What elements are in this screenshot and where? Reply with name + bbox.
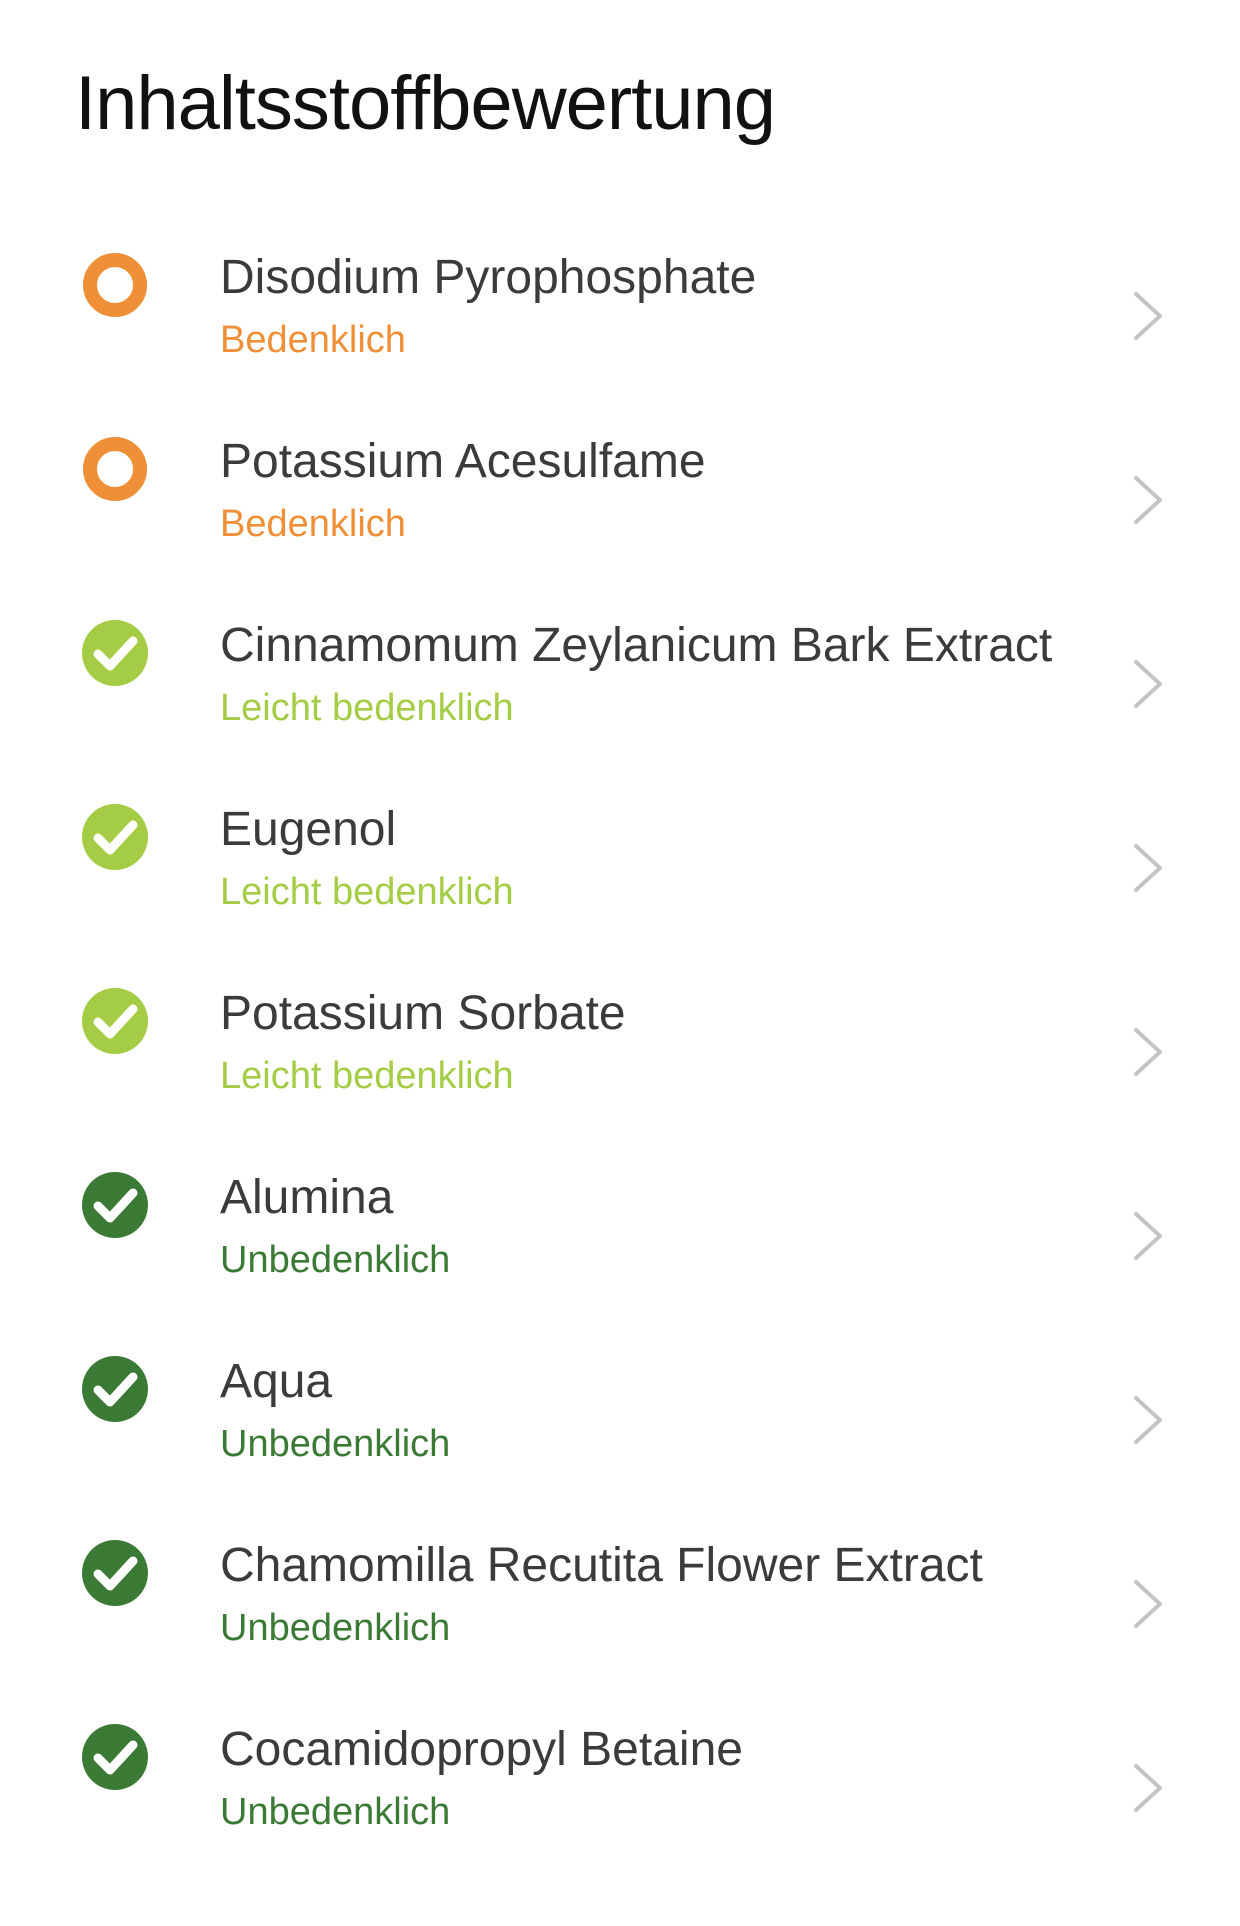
ingredient-name: Potassium Acesulfame — [220, 435, 706, 488]
ingredient-name: Cinnamomum Zeylanicum Bark Extract — [220, 619, 1053, 672]
chevron-right-icon[interactable] — [1130, 288, 1166, 344]
chevron-right-icon[interactable] — [1130, 1760, 1166, 1816]
ingredient-name: Potassium Sorbate — [220, 987, 626, 1040]
ingredient-rating: Leicht bedenklich — [220, 871, 514, 913]
light-green-check-icon — [80, 986, 150, 1056]
ingredient-row[interactable]: Potassium Acesulfame Bedenklich — [0, 404, 1240, 588]
chevron-right-icon[interactable] — [1130, 1208, 1166, 1264]
page-title: Inhaltsstoffbewertung — [75, 61, 776, 146]
ingredient-row[interactable]: Eugenol Leicht bedenklich — [0, 772, 1240, 956]
chevron-right-icon[interactable] — [1130, 1024, 1166, 1080]
ingredient-name: Aqua — [220, 1355, 333, 1408]
chevron-right-icon[interactable] — [1130, 656, 1166, 712]
ingredient-rating: Leicht bedenklich — [220, 687, 514, 729]
ingredient-list: Disodium Pyrophosphate Bedenklich Potassiu… — [0, 220, 1240, 1876]
dark-green-check-icon — [80, 1722, 150, 1792]
dark-green-check-icon — [80, 1170, 150, 1240]
ingredient-rating: Unbedenklich — [220, 1423, 451, 1465]
ingredient-rating: Unbedenklich — [220, 1607, 451, 1649]
chevron-right-icon[interactable] — [1130, 1392, 1166, 1448]
dark-green-check-icon — [80, 1354, 150, 1424]
ingredient-name: Alumina — [220, 1171, 394, 1224]
ingredient-name: Chamomilla Recutita Flower Extract — [220, 1539, 983, 1592]
ingredient-row[interactable]: Potassium Sorbate Leicht bedenklich — [0, 956, 1240, 1140]
ingredient-name: Cocamidopropyl Betaine — [220, 1723, 743, 1776]
ingredient-rating: Bedenklich — [220, 319, 406, 361]
ingredient-rating: Unbedenklich — [220, 1791, 451, 1833]
ingredient-row[interactable]: Alumina Unbedenklich — [0, 1140, 1240, 1324]
chevron-right-icon[interactable] — [1130, 472, 1166, 528]
ingredient-name: Disodium Pyrophosphate — [220, 251, 757, 304]
ingredient-name: Eugenol — [220, 803, 397, 856]
orange-ring-icon — [80, 250, 150, 320]
ingredient-row[interactable]: Cinnamomum Zeylanicum Bark Extract Leicht… — [0, 588, 1240, 772]
light-green-check-icon — [80, 802, 150, 872]
ingredient-row[interactable]: Aqua Unbedenklich — [0, 1324, 1240, 1508]
ingredient-rating: Unbedenklich — [220, 1239, 451, 1281]
chevron-right-icon[interactable] — [1130, 840, 1166, 896]
chevron-right-icon[interactable] — [1130, 1576, 1166, 1632]
ingredient-row[interactable]: Disodium Pyrophosphate Bedenklich — [0, 220, 1240, 404]
light-green-check-icon — [80, 618, 150, 688]
ingredient-rating: Leicht bedenklich — [220, 1055, 514, 1097]
dark-green-check-icon — [80, 1538, 150, 1608]
orange-ring-icon — [80, 434, 150, 504]
ingredient-row[interactable]: Cocamidopropyl Betaine Unbedenklich — [0, 1692, 1240, 1876]
ingredient-rating: Bedenklich — [220, 503, 406, 545]
ingredient-row[interactable]: Chamomilla Recutita Flower Extract Unbede… — [0, 1508, 1240, 1692]
